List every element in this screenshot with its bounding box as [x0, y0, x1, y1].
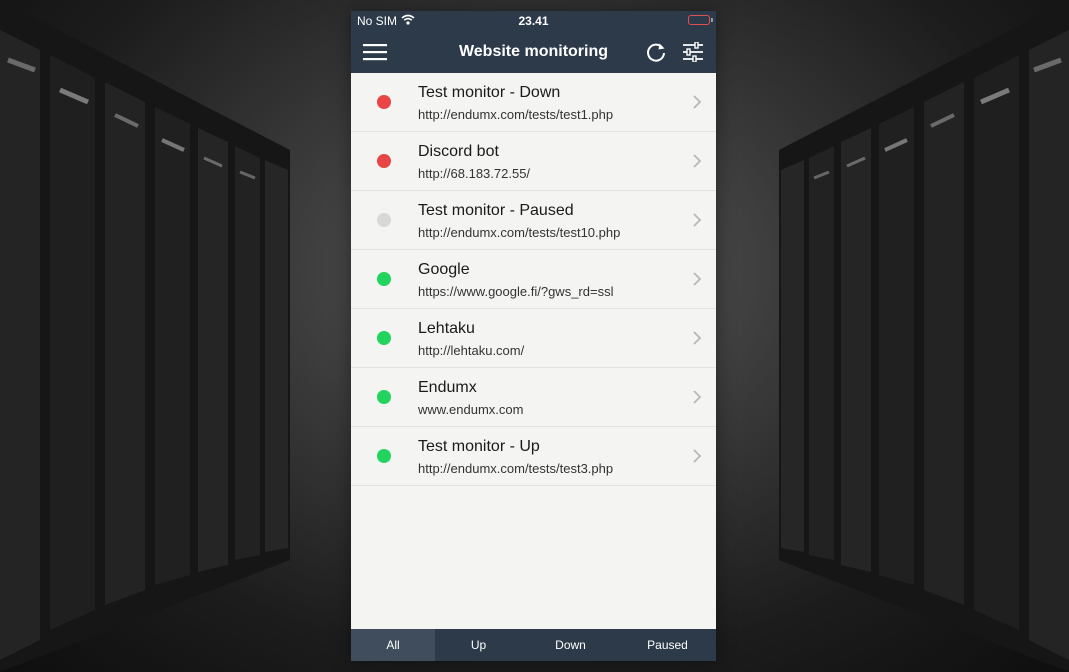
monitor-row[interactable]: Test monitor - Paused http://endumx.com/t…: [351, 191, 716, 250]
status-dot-icon: [377, 272, 391, 286]
status-dot-icon: [377, 331, 391, 345]
status-dot-icon: [377, 213, 391, 227]
monitor-row[interactable]: Test monitor - Up http://endumx.com/tests…: [351, 427, 716, 486]
monitor-name: Test monitor - Up: [418, 438, 540, 455]
chevron-right-icon: [693, 390, 702, 404]
monitor-row[interactable]: Test monitor - Down http://endumx.com/tes…: [351, 73, 716, 132]
monitor-url: http://68.183.72.55/: [418, 166, 531, 181]
filter-tab-bar: All Up Down Paused: [351, 629, 716, 661]
monitor-url: http://endumx.com/tests/test10.php: [418, 225, 621, 240]
monitor-name: Test monitor - Paused: [418, 202, 574, 219]
tab-up[interactable]: Up: [435, 629, 522, 661]
chevron-right-icon: [693, 331, 702, 345]
chevron-right-icon: [693, 95, 702, 109]
tab-all[interactable]: All: [351, 629, 435, 661]
status-dot-icon: [377, 95, 391, 109]
monitor-url: http://endumx.com/tests/test1.php: [418, 107, 614, 122]
status-dot-icon: [377, 449, 391, 463]
monitor-url: http://lehtaku.com/: [418, 343, 525, 358]
monitor-row[interactable]: Lehtaku http://lehtaku.com/: [351, 309, 716, 368]
monitor-list: Test monitor - Down http://endumx.com/tes…: [351, 73, 716, 486]
status-dot-icon: [377, 154, 391, 168]
server-rack-left-image: [0, 0, 330, 672]
chevron-right-icon: [693, 449, 702, 463]
status-dot-icon: [377, 390, 391, 404]
sliders-icon[interactable]: [680, 39, 706, 65]
monitor-name: Endumx: [418, 379, 477, 396]
refresh-icon[interactable]: [643, 39, 669, 65]
monitor-row[interactable]: Discord bot http://68.183.72.55/: [351, 132, 716, 191]
chevron-right-icon: [693, 272, 702, 286]
status-bar: No SIM 23.41: [351, 11, 716, 31]
status-time: 23.41: [518, 14, 549, 28]
monitor-name: Google: [418, 261, 470, 278]
chevron-right-icon: [693, 154, 702, 168]
navigation-bar: Website monitoring: [351, 31, 716, 73]
tab-paused[interactable]: Paused: [619, 629, 716, 661]
server-rack-right-image: [739, 0, 1069, 672]
monitor-url: https://www.google.fi/?gws_rd=ssl: [418, 284, 614, 299]
monitor-row[interactable]: Google https://www.google.fi/?gws_rd=ssl: [351, 250, 716, 309]
chevron-right-icon: [693, 213, 702, 227]
phone-screen: No SIM 23.41 Website monitoring Test mon…: [351, 11, 716, 661]
battery-icon: [688, 15, 713, 25]
monitor-url: http://endumx.com/tests/test3.php: [418, 461, 614, 476]
monitor-row[interactable]: Endumx www.endumx.com: [351, 368, 716, 427]
monitor-url: www.endumx.com: [418, 402, 524, 417]
monitor-name: Discord bot: [418, 143, 499, 160]
tab-down[interactable]: Down: [522, 629, 619, 661]
monitor-name: Lehtaku: [418, 320, 475, 337]
monitor-name: Test monitor - Down: [418, 84, 561, 101]
